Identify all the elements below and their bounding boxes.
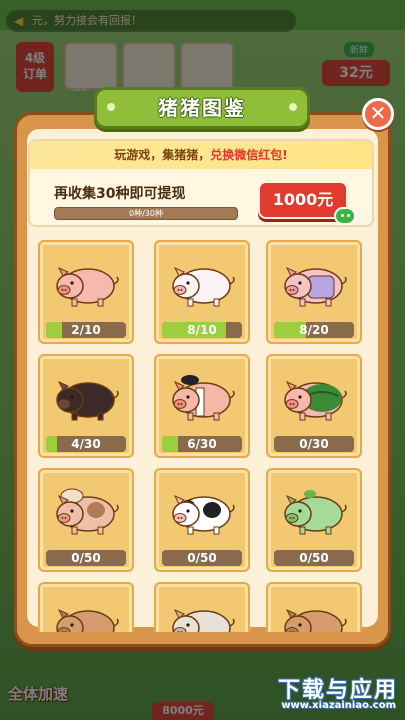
pig-progress-text: 8/20 xyxy=(299,323,329,337)
collect-reward-card: 玩游戏，集猪猪，兑换微信红包! 再收集30种即可提现 0种/30种 1000元 xyxy=(28,139,374,227)
pig-progress-bar: 0/50 xyxy=(162,550,242,566)
collect-progress-bar: 0种/30种 xyxy=(54,207,238,220)
pig-icon xyxy=(282,482,348,538)
pig-icon xyxy=(170,596,236,632)
pig-progress-text: 0/50 xyxy=(187,551,217,565)
pig-card[interactable]: 8/20 xyxy=(266,240,362,344)
pig-card[interactable] xyxy=(266,582,362,632)
title-rivet xyxy=(107,103,115,111)
dialog-title-plate: 猪猪图鉴 xyxy=(94,87,310,129)
pig-card[interactable] xyxy=(38,582,134,632)
pig-icon xyxy=(282,596,348,632)
pig-icon xyxy=(54,254,120,310)
pig-progress-bar: 6/30 xyxy=(162,436,242,452)
pig-card[interactable]: 6/30 xyxy=(154,354,250,458)
dialog-title: 猪猪图鉴 xyxy=(158,96,246,120)
pig-icon xyxy=(54,596,120,632)
pig-card[interactable]: 8/10 xyxy=(154,240,250,344)
pig-progress-text: 4/30 xyxy=(71,437,101,451)
pig-icon xyxy=(54,482,120,538)
banner-prefix: 玩游戏，集猪猪， xyxy=(114,148,211,162)
close-icon: ✕ xyxy=(369,101,387,125)
pig-card[interactable]: 2/10 xyxy=(38,240,134,344)
pig-progress-text: 0/50 xyxy=(299,551,329,565)
pig-icon xyxy=(282,368,348,424)
pig-progress-text: 8/10 xyxy=(187,323,217,337)
pig-progress-text: 2/10 xyxy=(71,323,101,337)
pig-icon xyxy=(170,482,236,538)
pig-icon xyxy=(54,368,120,424)
pig-grid: 2/10 8/10 8/20 4/30 6/30 0/30 0/50 0/50 0/50 xyxy=(38,240,368,632)
pig-card[interactable]: 0/50 xyxy=(266,468,362,572)
watermark-url: www.xiazainiao.com xyxy=(281,700,396,711)
collect-progress-text: 0种/30种 xyxy=(129,209,163,218)
pig-icon xyxy=(282,254,348,310)
watermark: 下载与应用 www.xiazainiao.com xyxy=(238,672,402,716)
title-rivet xyxy=(289,103,297,111)
pig-card[interactable] xyxy=(154,582,250,632)
collect-requirement-text: 再收集30种即可提现 xyxy=(54,186,186,202)
pig-progress-text: 6/30 xyxy=(187,437,217,451)
pig-card[interactable]: 0/30 xyxy=(266,354,362,458)
pig-progress-text: 0/30 xyxy=(299,437,329,451)
pig-progress-bar: 0/50 xyxy=(274,550,354,566)
pig-progress-bar: 8/20 xyxy=(274,322,354,338)
pig-card[interactable]: 0/50 xyxy=(154,468,250,572)
pig-icon xyxy=(170,368,236,424)
pig-progress-bar: 8/10 xyxy=(162,322,242,338)
pig-progress-text: 0/50 xyxy=(71,551,101,565)
wechat-icon xyxy=(334,207,356,225)
pig-progress-bar: 4/30 xyxy=(46,436,126,452)
pig-progress-bar: 2/10 xyxy=(46,322,126,338)
pig-progress-bar: 0/30 xyxy=(274,436,354,452)
banner-highlight: 兑换微信红包! xyxy=(210,148,288,162)
close-button[interactable]: ✕ xyxy=(362,98,394,130)
pig-progress-bar: 0/50 xyxy=(46,550,126,566)
pig-card[interactable]: 4/30 xyxy=(38,354,134,458)
pig-card[interactable]: 0/50 xyxy=(38,468,134,572)
pig-icon xyxy=(170,254,236,310)
promo-banner: 玩游戏，集猪猪，兑换微信红包! xyxy=(30,141,372,169)
